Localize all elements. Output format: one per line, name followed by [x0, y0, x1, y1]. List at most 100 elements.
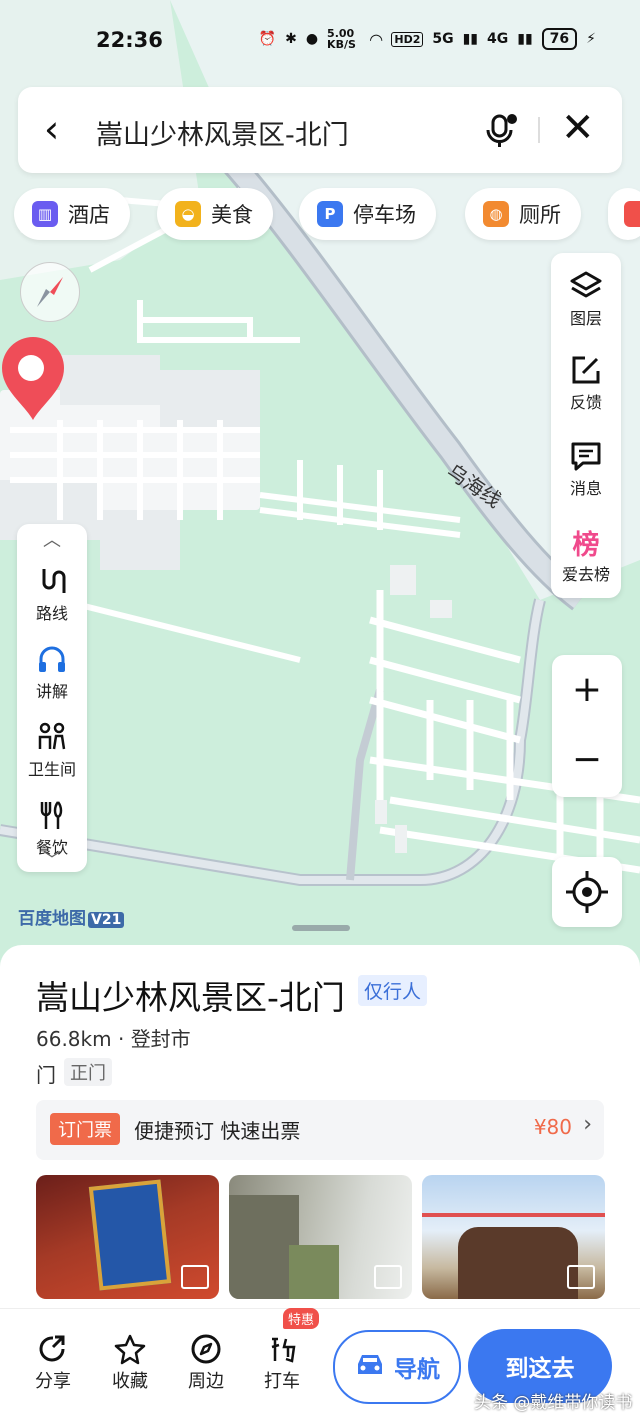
nearby-label: 周边	[188, 1371, 224, 1392]
restroom-label: 卫生间	[27, 760, 76, 779]
zoom-control: + −	[552, 655, 622, 797]
restroom-icon	[17, 718, 87, 756]
message-icon	[551, 437, 621, 475]
image-icon	[374, 1265, 402, 1289]
search-query[interactable]: 嵩山少林风景区-北门	[96, 113, 349, 152]
ranking-button[interactable]: 榜 爱去榜	[551, 523, 621, 585]
share-button[interactable]: 分享	[23, 1331, 83, 1393]
navigate-button[interactable]: 导航	[333, 1330, 461, 1404]
message-button[interactable]: 消息	[551, 437, 621, 499]
hd-badge: HD2	[391, 31, 424, 47]
sheet-drag-handle[interactable]	[292, 925, 350, 931]
signal-5g: 5G	[432, 31, 454, 47]
status-icons: ⏰ ✱ ● 5.00 KB/S ◠ HD2 5G ▮▮ 4G ▮▮ 76 ⚡	[259, 28, 596, 50]
map-brand-logo: 百度地图 V21	[18, 904, 125, 929]
ticket-badge: 订门票	[50, 1113, 120, 1145]
layers-label: 图层	[569, 309, 602, 328]
network-speed: 5.00 KB/S	[327, 27, 356, 51]
taxi-button[interactable]: 打车	[252, 1331, 312, 1393]
search-divider	[538, 117, 540, 143]
compass-icon[interactable]	[20, 262, 80, 322]
hotel-icon: ▥	[32, 201, 58, 227]
taxi-label: 打车	[264, 1371, 300, 1392]
battery-icon: 76	[541, 28, 578, 50]
image-icon	[181, 1265, 209, 1289]
locate-button[interactable]	[552, 857, 622, 927]
crosshair-icon	[566, 871, 608, 913]
layers-icon	[551, 267, 621, 305]
alarm-icon: ⏰	[258, 31, 277, 47]
chip-hotel[interactable]: ▥ 酒店	[14, 188, 130, 240]
ticket-text: 便捷预订 快速出票	[134, 1119, 301, 1143]
feedback-label: 反馈	[569, 393, 602, 412]
place-title: 嵩山少林风景区-北门	[36, 978, 345, 1017]
chip-food[interactable]: ◒ 美食	[157, 188, 273, 240]
chip-more[interactable]	[608, 188, 640, 240]
chevron-right-icon: ›	[583, 1112, 592, 1137]
route-icon	[17, 562, 87, 600]
audio-guide-button[interactable]: 讲解	[17, 640, 87, 702]
place-distance: 66.8km	[36, 1027, 112, 1051]
restroom-button[interactable]: 卫生间	[17, 718, 87, 780]
navigate-label: 导航	[394, 1357, 440, 1383]
taxi-promo-badge: 特惠	[283, 1308, 320, 1329]
star-icon	[100, 1331, 160, 1367]
favorite-label: 收藏	[112, 1371, 148, 1392]
photo-thumbnail[interactable]	[422, 1175, 605, 1299]
taxi-icon	[252, 1331, 312, 1367]
zoom-out-button[interactable]: −	[552, 739, 622, 780]
status-time: 22:36	[96, 28, 163, 52]
food-icon: ◒	[175, 201, 201, 227]
headphones-icon	[17, 640, 87, 678]
photo-thumbnail[interactable]	[229, 1175, 412, 1299]
layers-button[interactable]: 图层	[551, 267, 621, 329]
chevron-up-icon[interactable]: ︿	[17, 526, 87, 552]
ranking-label: 爱去榜	[561, 565, 610, 584]
compass-nearby-icon	[176, 1331, 236, 1367]
feedback-icon	[551, 351, 621, 389]
signal-bars-icon: ▮▮	[462, 31, 479, 47]
share-label: 分享	[35, 1371, 71, 1392]
microphone-icon[interactable]	[484, 113, 520, 153]
photo-thumbnail[interactable]	[36, 1175, 219, 1299]
parking-icon: P	[317, 201, 343, 227]
image-icon	[567, 1265, 595, 1289]
feedback-button[interactable]: 反馈	[551, 351, 621, 413]
route-button[interactable]: 路线	[17, 562, 87, 624]
place-type: 门	[36, 1063, 56, 1087]
zoom-in-button[interactable]: +	[552, 669, 622, 710]
chip-label: 酒店	[68, 203, 110, 227]
ranking-icon: 榜	[572, 529, 600, 561]
ticket-icon	[624, 201, 640, 227]
chip-parking[interactable]: P 停车场	[299, 188, 436, 240]
favorite-button[interactable]: 收藏	[100, 1331, 160, 1393]
chip-label: 美食	[211, 203, 253, 227]
nearby-button[interactable]: 周边	[176, 1331, 236, 1393]
pedestrian-tag: 仅行人	[358, 975, 428, 1006]
chip-label: 停车场	[353, 203, 416, 227]
wifi-icon: ◠	[370, 29, 383, 49]
signal-bars-icon-2: ▮▮	[517, 31, 533, 47]
car-icon	[354, 1350, 386, 1384]
status-bar: 22:36 ⏰ ✱ ● 5.00 KB/S ◠ HD2 5G ▮▮ 4G ▮▮ …	[0, 20, 640, 60]
location-icon: ●	[305, 31, 319, 47]
audio-guide-label: 讲解	[35, 682, 68, 701]
ticket-price: ¥80	[533, 1115, 572, 1139]
watermark: 头条 @戴维带你读书	[474, 1393, 633, 1413]
place-distance-line: 66.8km · 登封市	[36, 1027, 191, 1051]
ticket-banner[interactable]: 订门票 便捷预订 快速出票 ¥80 ›	[36, 1100, 604, 1160]
chevron-down-icon[interactable]: ﹀	[17, 846, 87, 872]
dining-icon	[17, 796, 87, 834]
close-icon[interactable]: ✕	[561, 105, 595, 151]
left-toolbar: ︿ 路线 讲解 卫生间 餐饮 ﹀	[17, 524, 87, 872]
search-bar[interactable]: ‹ 嵩山少林风景区-北门 ✕	[18, 87, 622, 173]
bluetooth-icon: ✱	[285, 31, 297, 47]
route-label: 路线	[35, 604, 68, 623]
location-pin-icon[interactable]	[0, 330, 68, 422]
chip-toilet[interactable]: ◍ 厕所	[465, 188, 581, 240]
share-icon	[23, 1331, 83, 1367]
charging-icon: ⚡	[586, 31, 596, 47]
back-icon[interactable]: ‹	[44, 107, 59, 151]
message-label: 消息	[569, 479, 602, 498]
chip-label: 厕所	[519, 203, 561, 227]
